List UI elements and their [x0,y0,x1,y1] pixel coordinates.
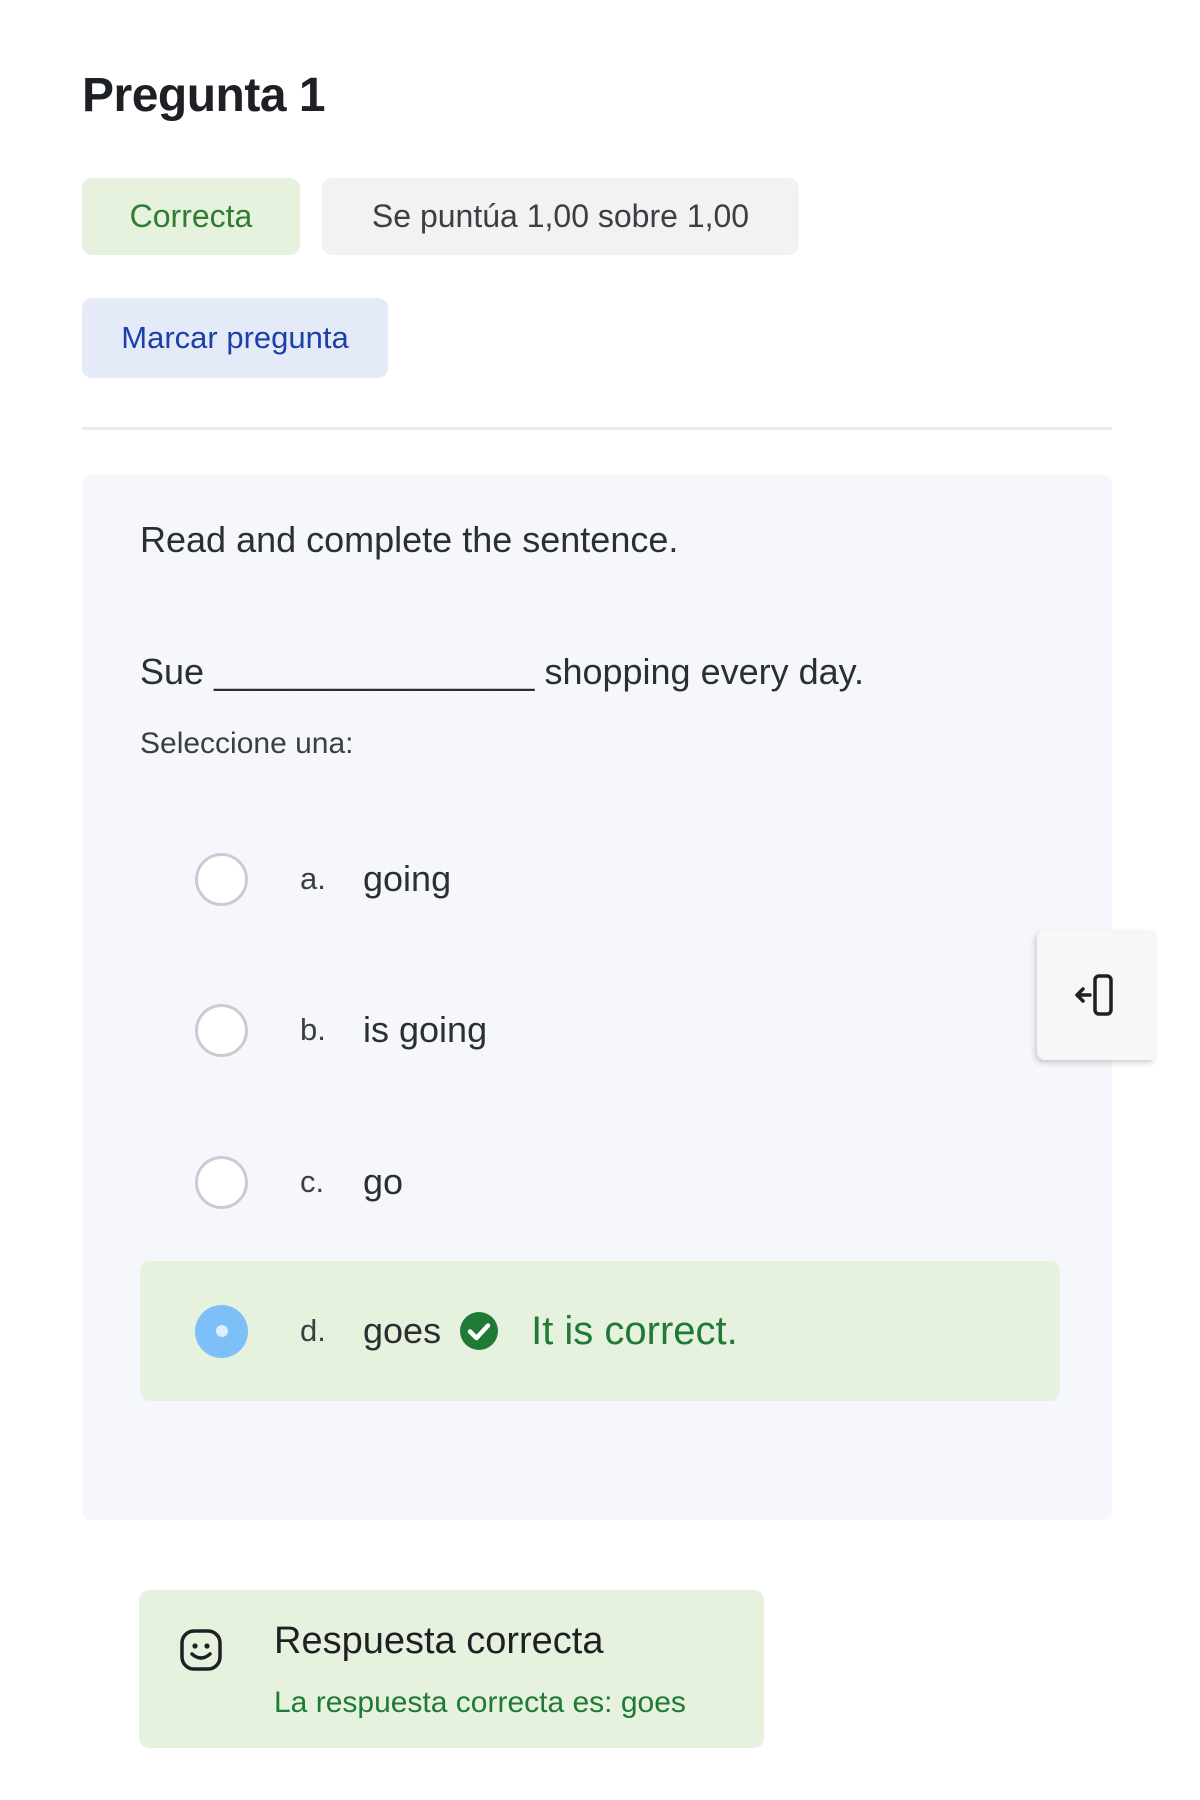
sentence-end: shopping every day. [544,651,864,692]
option-d-radio[interactable] [195,1304,248,1358]
select-prompt: Seleccione una: [140,727,354,760]
option-b-label: is going [363,1009,488,1050]
smile-icon [180,1629,222,1671]
grade-badge: Se puntúa 1,00 sobre 1,00 [322,178,799,255]
flag-question-button[interactable]: Marcar pregunta [82,298,388,378]
option-d-text: goes It is correct. [363,1309,738,1354]
divider [82,427,1112,430]
question-card: Read and complete the sentence. Sue ____… [82,475,1112,1520]
drawer-toggle-button[interactable] [1037,930,1155,1060]
option-b-text: is going [363,1009,487,1051]
option-a-radio[interactable] [195,852,248,906]
question-instruction: Read and complete the sentence. [140,519,679,560]
option-c[interactable]: c. go [140,1120,1060,1244]
option-b-radio[interactable] [195,1003,248,1057]
option-c-letter: c. [300,1164,325,1199]
option-b-letter: b. [300,1012,326,1047]
option-c-label: go [363,1161,404,1202]
drawer-toggle-icon [1075,974,1113,1016]
option-d-label: goes [363,1310,442,1351]
answer-title: Respuesta correcta [274,1620,604,1662]
status-badge: Correcta [82,178,300,255]
option-a-letter: a. [300,861,326,896]
answer-detail: La respuesta correcta es: goes [274,1686,686,1719]
option-a[interactable]: a. going [140,817,1060,941]
question-sentence: Sue ________________ shopping every day. [140,651,864,693]
option-c-radio[interactable] [195,1155,248,1209]
option-c-text: go [363,1161,403,1203]
option-b[interactable]: b. is going [140,968,1060,1092]
check-circle-icon [460,1312,499,1350]
option-d-letter: d. [300,1313,326,1348]
option-a-text: going [363,858,451,900]
option-a-label: going [363,858,452,899]
sentence-blank: ________________ [214,651,535,692]
question-title: Pregunta 1 [82,69,326,122]
quiz-review-page: Pregunta 1 Correcta Se puntúa 1,00 sobre… [0,0,1200,1800]
option-d[interactable]: d. goes It is correct. [140,1261,1060,1401]
sentence-start: Sue [140,651,205,692]
option-feedback: It is correct. [531,1308,738,1353]
correct-answer-box: Respuesta correcta La respuesta correcta… [139,1590,764,1748]
